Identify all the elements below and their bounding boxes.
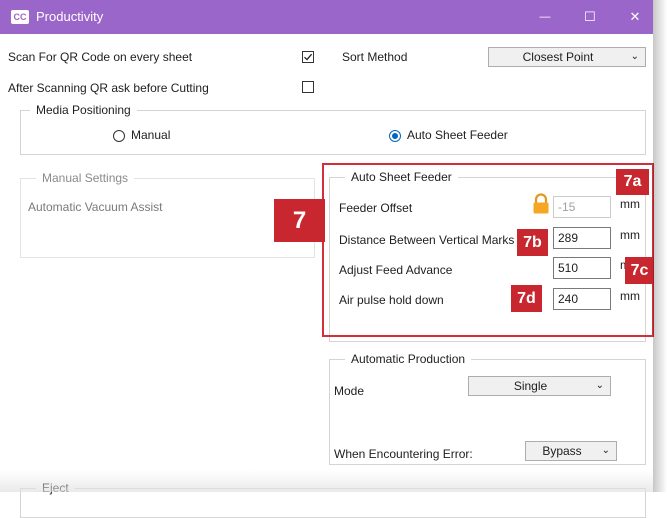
maximize-icon: ☐	[584, 9, 596, 24]
eject-group	[20, 488, 646, 518]
callout-box	[322, 163, 654, 337]
auto-sheet-feeder-radio-label: Auto Sheet Feeder	[407, 128, 508, 142]
callout-tag-7: 7	[274, 199, 325, 242]
scan-qr-checkbox[interactable]	[302, 51, 314, 63]
media-positioning-title: Media Positioning	[30, 103, 137, 117]
sort-method-label: Sort Method	[342, 50, 408, 64]
callout-tag-7b: 7b	[517, 229, 548, 256]
manual-settings-group	[20, 178, 315, 258]
error-label: When Encountering Error:	[334, 447, 473, 461]
chevron-down-icon: ⌄	[595, 380, 604, 391]
error-select[interactable]: Bypass ⌄	[525, 441, 617, 461]
sort-method-value: Closest Point	[522, 50, 594, 64]
vacuum-assist-label: Automatic Vacuum Assist	[28, 200, 163, 214]
callout-tag-7a: 7a	[616, 169, 649, 195]
manual-settings-title: Manual Settings	[36, 171, 135, 185]
mode-label: Mode	[334, 384, 365, 398]
error-value: Bypass	[542, 444, 582, 458]
automatic-production-title: Automatic Production	[345, 352, 472, 366]
mode-select[interactable]: Single ⌄	[468, 376, 611, 396]
auto-sheet-feeder-radio[interactable]	[389, 130, 401, 142]
check-mark-icon	[304, 53, 313, 61]
callout-tag-7d: 7d	[511, 285, 542, 312]
window-title: Productivity	[36, 9, 104, 24]
window-shadow	[653, 0, 667, 492]
minimize-button[interactable]: —	[525, 0, 565, 34]
chevron-down-icon: ⌄	[601, 445, 610, 456]
sort-method-select[interactable]: Closest Point ⌄	[488, 47, 646, 67]
ask-before-cut-label: After Scanning QR ask before Cutting	[8, 81, 209, 95]
mode-value: Single	[513, 379, 548, 393]
bottom-fade	[0, 470, 653, 492]
app-logo-icon: CC	[11, 10, 29, 24]
close-button[interactable]: ✕	[615, 0, 655, 34]
callout-tag-7c: 7c	[625, 257, 654, 284]
scan-qr-label: Scan For QR Code on every sheet	[8, 50, 193, 64]
manual-radio[interactable]	[113, 130, 125, 142]
minimize-icon: —	[539, 11, 551, 23]
manual-radio-label: Manual	[131, 128, 171, 142]
title-bar: CC Productivity — ☐ ✕	[0, 0, 653, 34]
maximize-button[interactable]: ☐	[570, 0, 610, 34]
chevron-down-icon: ⌄	[630, 51, 639, 62]
close-icon: ✕	[629, 9, 641, 24]
ask-before-cut-checkbox[interactable]	[302, 81, 314, 93]
